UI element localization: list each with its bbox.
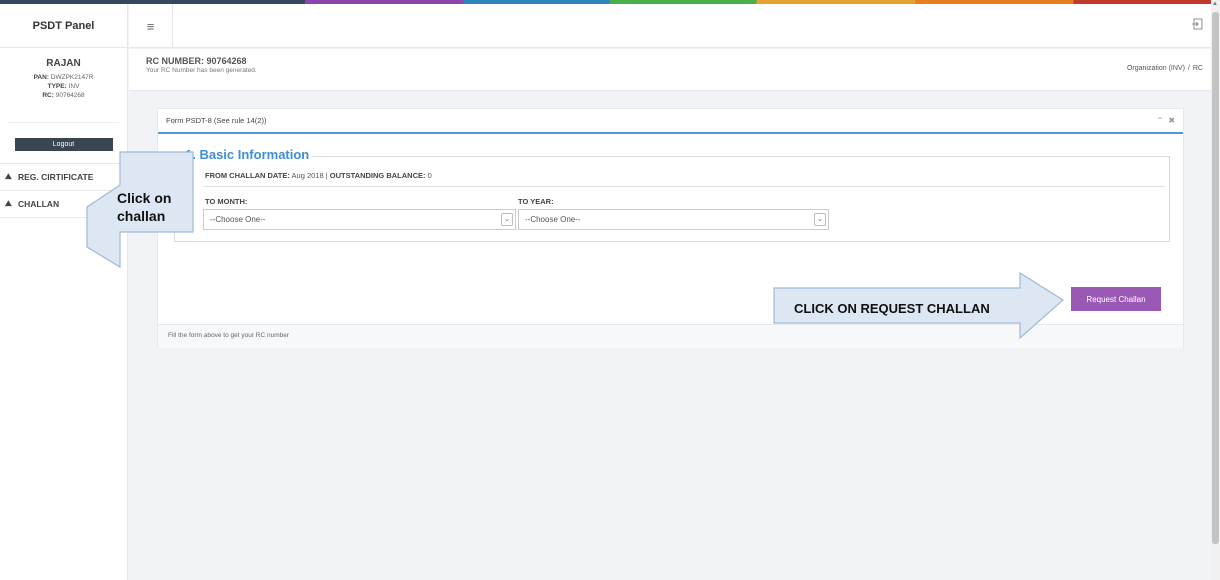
form-card: Form PSDT-8 (See rule 14(2)) ⌃ ✖ 1. Basic… <box>157 108 1184 348</box>
page-header: RC NUMBER: 90764268 Your RC Number has b… <box>129 49 1211 91</box>
breadcrumb: Organization (INV) / RC <box>1127 65 1203 72</box>
rc-number-title: RC NUMBER: 90764268 <box>146 56 247 66</box>
sidebar-item-label: REG. CIRTIFICATE <box>18 172 94 182</box>
chevron-down-icon: ⌄ <box>814 213 826 226</box>
to-month-value: --Choose One-- <box>210 215 266 224</box>
form-card-header: Form PSDT-8 (See rule 14(2)) ⌃ ✖ <box>158 109 1183 134</box>
user-type: TYPE: INV <box>47 83 80 90</box>
sidebar: PSDT Panel RAJAN PAN: DWZPK2147R TYPE: I… <box>0 4 128 580</box>
car-icon: ⛰ <box>5 199 12 208</box>
collapse-icon[interactable]: ⌃ <box>1157 116 1164 125</box>
sidebar-nav: ⛰ REG. CIRTIFICATE ⛰ CHALLAN <box>0 163 127 218</box>
to-year-label: TO YEAR: <box>518 197 554 206</box>
request-challan-callout-text: CLICK ON REQUEST CHALLAN <box>794 301 990 316</box>
car-icon: ⛰ <box>5 172 12 181</box>
scroll-up-icon[interactable]: ▲ <box>1212 1 1218 7</box>
basic-information-section: 1. Basic Information FROM CHALLAN DATE: … <box>174 147 1170 242</box>
user-name: RAJAN <box>46 58 81 69</box>
hamburger-icon[interactable]: ≡ <box>129 4 173 48</box>
scrollbar[interactable]: ▲ <box>1211 0 1220 580</box>
request-challan-button[interactable]: Request Challan <box>1071 287 1161 311</box>
sign-out-icon[interactable] <box>1191 18 1203 30</box>
sidebar-item-challan[interactable]: ⛰ CHALLAN <box>0 191 127 218</box>
section-title: 1. Basic Information <box>181 147 314 162</box>
form-footer: Fill the form above to get your RC numbe… <box>158 324 1183 348</box>
to-year-value: --Choose One-- <box>525 215 581 224</box>
sidebar-item-label: CHALLAN <box>18 199 60 209</box>
challan-summary: FROM CHALLAN DATE: Aug 2018 | OUTSTANDIN… <box>205 171 432 180</box>
breadcrumb-separator: / <box>1187 65 1190 72</box>
close-icon[interactable]: ✖ <box>1168 116 1175 125</box>
top-bar: ≡ <box>129 4 1211 48</box>
brand-title: PSDT Panel <box>0 4 127 48</box>
form-title: Form PSDT-8 (See rule 14(2)) <box>166 116 267 125</box>
rc-subtitle: Your RC Number has been generated. <box>146 67 257 74</box>
chevron-down-icon: ⌄ <box>501 213 513 226</box>
breadcrumb-rc[interactable]: RC <box>1193 65 1203 72</box>
breadcrumb-organization[interactable]: Organization (INV) <box>1127 65 1185 72</box>
logout-button[interactable]: Logout <box>14 138 113 151</box>
challan-callout-text: Click on challan <box>117 190 172 224</box>
card-controls: ⌃ ✖ <box>1152 116 1175 125</box>
user-pan: PAN: DWZPK2147R <box>33 74 94 81</box>
sidebar-item-reg-certificate[interactable]: ⛰ REG. CIRTIFICATE <box>0 164 127 191</box>
to-year-select[interactable]: --Choose One-- ⌄ <box>518 209 829 230</box>
scrollbar-thumb[interactable] <box>1212 12 1219 544</box>
divider <box>203 186 1165 187</box>
user-info: RAJAN PAN: DWZPK2147R TYPE: INV RC: 9076… <box>8 48 119 123</box>
user-rc: RC: 90764268 <box>42 92 85 99</box>
to-month-select[interactable]: --Choose One-- ⌄ <box>203 209 516 230</box>
to-month-label: TO MONTH: <box>205 197 248 206</box>
